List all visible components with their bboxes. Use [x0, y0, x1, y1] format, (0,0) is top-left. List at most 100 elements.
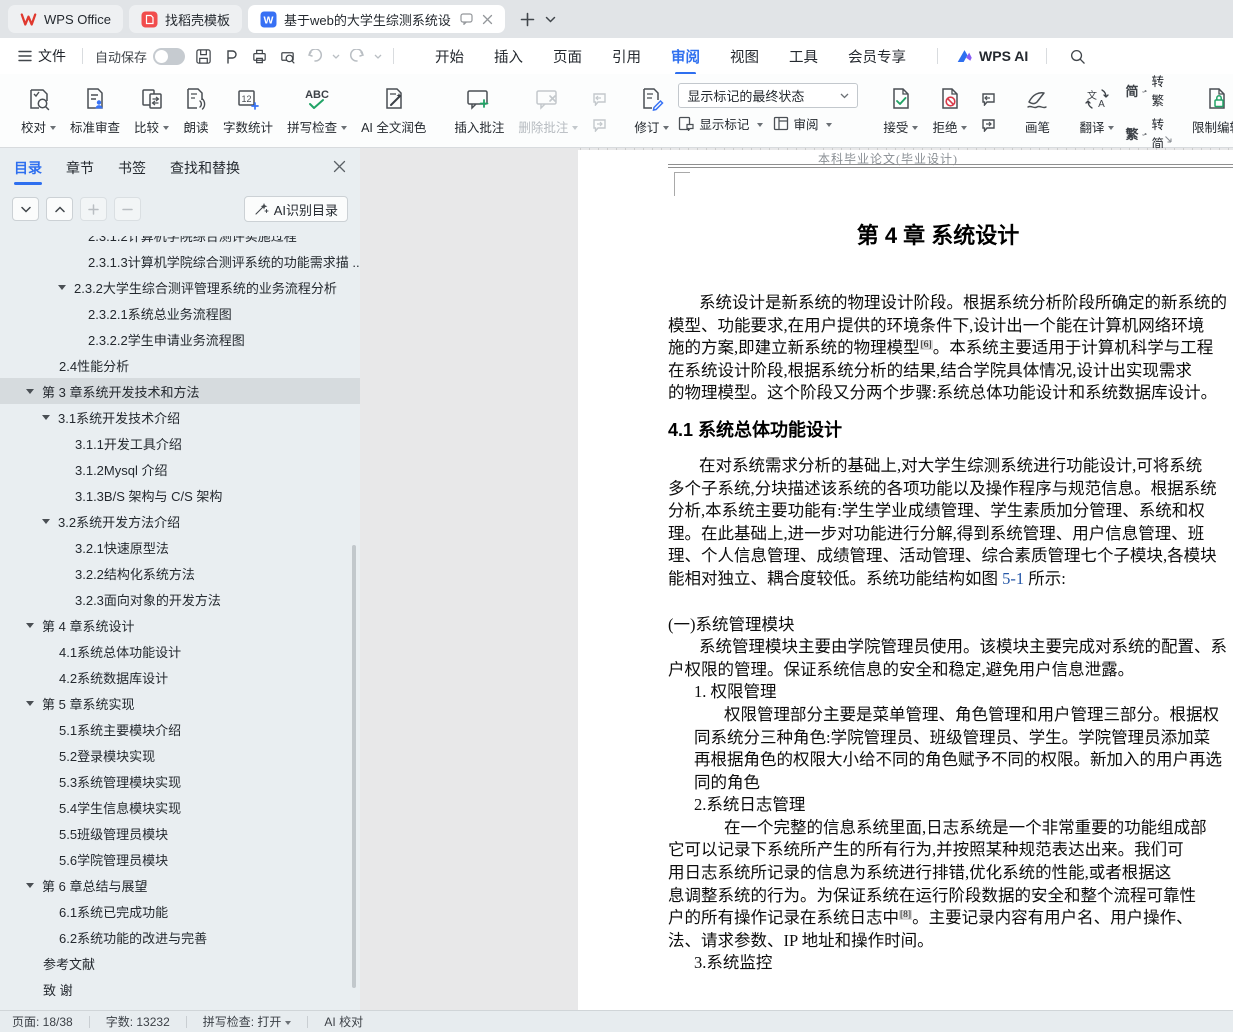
- read-aloud-button[interactable]: 朗读: [176, 79, 216, 144]
- toc-item[interactable]: 2.4性能分析: [0, 352, 360, 378]
- tab-list-dropdown[interactable]: [541, 6, 561, 32]
- toc-scrollbar[interactable]: [352, 545, 356, 988]
- close-pane-icon[interactable]: [333, 160, 346, 173]
- redo-button[interactable]: [343, 43, 371, 69]
- show-markup-button[interactable]: 显示标记: [678, 114, 764, 133]
- toc-item[interactable]: 5.1系统主要模块介绍: [0, 716, 360, 742]
- toc-item[interactable]: 5.4学生信息模块实现: [0, 794, 360, 820]
- save-button[interactable]: [189, 43, 217, 69]
- ai-proofread-button[interactable]: AI 校对: [324, 1013, 363, 1030]
- reject-change-button[interactable]: 拒绝: [925, 79, 974, 144]
- toc-item[interactable]: 3.1.1开发工具介绍: [0, 430, 360, 456]
- previous-comment-button[interactable]: [589, 90, 609, 108]
- toc-item[interactable]: 3.1.2Mysql 介绍: [0, 456, 360, 482]
- toc-item[interactable]: 5.3系统管理模块实现: [0, 768, 360, 794]
- tab-comment-icon[interactable]: [460, 13, 473, 25]
- traditional-to-simplified-button[interactable]: 繁 转简: [1125, 114, 1167, 152]
- toc-item[interactable]: 3.2.3面向对象的开发方法: [0, 586, 360, 612]
- spell-check-button[interactable]: ABC 拼写检查: [280, 79, 354, 144]
- redo-dropdown[interactable]: [371, 43, 385, 69]
- track-changes-button[interactable]: 修订: [627, 79, 676, 144]
- export-pdf-button[interactable]: [217, 43, 245, 69]
- menu-tab-视图[interactable]: 视图: [730, 40, 759, 73]
- toc-item[interactable]: 第 5 章系统实现: [0, 690, 360, 716]
- autosave-toggle[interactable]: [153, 47, 186, 65]
- menu-tab-开始[interactable]: 开始: [435, 40, 464, 73]
- compare-button[interactable]: 比较: [127, 79, 176, 144]
- toc-item[interactable]: 3.1系统开发技术介绍: [0, 404, 360, 430]
- ai-polish-button[interactable]: AI 全文润色: [354, 79, 433, 144]
- menu-tab-会员专享[interactable]: 会员专享: [848, 40, 906, 73]
- tab-find-replace[interactable]: 查找和替换: [170, 152, 240, 184]
- menu-tab-工具[interactable]: 工具: [789, 40, 818, 73]
- document-body[interactable]: 第 4 章 系统设计 系统设计是新系统的物理设计阶段。根据系统分析阶段所确定的新…: [578, 150, 1233, 975]
- simplified-to-traditional-button[interactable]: 简 转繁: [1125, 71, 1167, 109]
- toc-item[interactable]: 第 4 章系统设计: [0, 612, 360, 638]
- standard-review-button[interactable]: 标准审查: [63, 79, 127, 144]
- tab-toc[interactable]: 目录: [14, 152, 42, 185]
- delete-comment-button[interactable]: 删除批注: [511, 79, 585, 144]
- tab-wps-office[interactable]: WPS Office: [8, 5, 123, 33]
- next-comment-button[interactable]: [589, 116, 609, 134]
- expand-all-button[interactable]: [12, 197, 39, 221]
- tab-document-active[interactable]: W 基于web的大学生综测系统设: [247, 5, 505, 33]
- toc-item[interactable]: 3.2.1快速原型法: [0, 534, 360, 560]
- tab-bookmarks[interactable]: 书签: [118, 152, 146, 184]
- next-change-button[interactable]: [978, 116, 998, 134]
- expand-triangle-icon[interactable]: [26, 388, 34, 394]
- proofread-button[interactable]: 校对: [14, 79, 63, 144]
- toc-item[interactable]: 第 3 章系统开发技术和方法: [0, 378, 360, 404]
- tab-chapters[interactable]: 章节: [66, 152, 94, 184]
- new-tab-button[interactable]: [515, 6, 541, 32]
- tab-docer-templates[interactable]: 找稻壳模板: [128, 5, 242, 33]
- toc-item[interactable]: 3.2.2结构化系统方法: [0, 560, 360, 586]
- menu-tab-引用[interactable]: 引用: [612, 40, 641, 73]
- undo-dropdown[interactable]: [329, 43, 343, 69]
- toc-item[interactable]: 2.3.2.1系统总业务流程图: [0, 300, 360, 326]
- toc-item[interactable]: 5.5班级管理员模块: [0, 820, 360, 846]
- review-pane-button[interactable]: 审阅: [773, 114, 833, 133]
- toc-item[interactable]: 4.2系统数据库设计: [0, 664, 360, 690]
- language-dialog-launcher[interactable]: [1164, 135, 1173, 144]
- toc-item[interactable]: 致 谢: [0, 976, 360, 1002]
- zoom-out-toc-button[interactable]: [114, 197, 141, 221]
- toc-item[interactable]: 2.3.1.3计算机学院综合测评系统的功能需求描 ...: [0, 248, 360, 274]
- menu-tab-审阅[interactable]: 审阅: [671, 40, 700, 75]
- accept-change-button[interactable]: 接受: [876, 79, 925, 144]
- spell-check-status[interactable]: 拼写检查: 打开: [203, 1013, 292, 1030]
- toc-item[interactable]: 2.3.1.2计算机学院综合测评实施过程: [0, 236, 360, 248]
- markup-state-select[interactable]: 显示标记的最终状态: [678, 83, 859, 108]
- toc-item[interactable]: 3.1.3B/S 架构与 C/S 架构: [0, 482, 360, 508]
- toc-item[interactable]: 5.6学院管理员模块: [0, 846, 360, 872]
- expand-triangle-icon[interactable]: [42, 518, 50, 524]
- page-indicator[interactable]: 页面: 18/38: [12, 1013, 73, 1030]
- previous-change-button[interactable]: [978, 90, 998, 108]
- search-icon[interactable]: [1069, 48, 1086, 65]
- expand-triangle-icon[interactable]: [26, 882, 34, 888]
- wps-ai-button[interactable]: WPS AI: [956, 48, 1028, 64]
- toc-item[interactable]: 第 6 章总结与展望: [0, 872, 360, 898]
- toc-item[interactable]: 2.3.2.2学生申请业务流程图: [0, 326, 360, 352]
- menu-tab-页面[interactable]: 页面: [553, 40, 582, 73]
- translate-button[interactable]: 文A 翻译: [1072, 79, 1121, 144]
- toc-item[interactable]: 2.3.2大学生综合测评管理系统的业务流程分析: [0, 274, 360, 300]
- print-button[interactable]: [245, 43, 273, 69]
- expand-triangle-icon[interactable]: [58, 284, 66, 290]
- zoom-in-toc-button[interactable]: [80, 197, 107, 221]
- ink-brush-button[interactable]: 画笔: [1016, 79, 1058, 144]
- file-menu[interactable]: 文件: [10, 46, 74, 66]
- toc-item[interactable]: 6.2系统功能的改进与完善: [0, 924, 360, 950]
- toc-item[interactable]: 6.1系统已完成功能: [0, 898, 360, 924]
- expand-triangle-icon[interactable]: [26, 622, 34, 628]
- menu-tab-插入[interactable]: 插入: [494, 40, 523, 73]
- word-count-indicator[interactable]: 字数: 13232: [106, 1013, 170, 1030]
- word-count-button[interactable]: 12 字数统计: [216, 79, 280, 144]
- toc-item[interactable]: 5.2登录模块实现: [0, 742, 360, 768]
- tab-close-icon[interactable]: [482, 14, 493, 25]
- toc-item[interactable]: 4.1系统总体功能设计: [0, 638, 360, 664]
- collapse-all-button[interactable]: [46, 197, 73, 221]
- document-page[interactable]: 本科毕业论文(毕业设计) 第 4 章 系统设计 系统设计是新系统的物理设计阶段。…: [578, 150, 1233, 1010]
- toc-item[interactable]: 参考文献: [0, 950, 360, 976]
- expand-triangle-icon[interactable]: [42, 414, 50, 420]
- undo-button[interactable]: [301, 43, 329, 69]
